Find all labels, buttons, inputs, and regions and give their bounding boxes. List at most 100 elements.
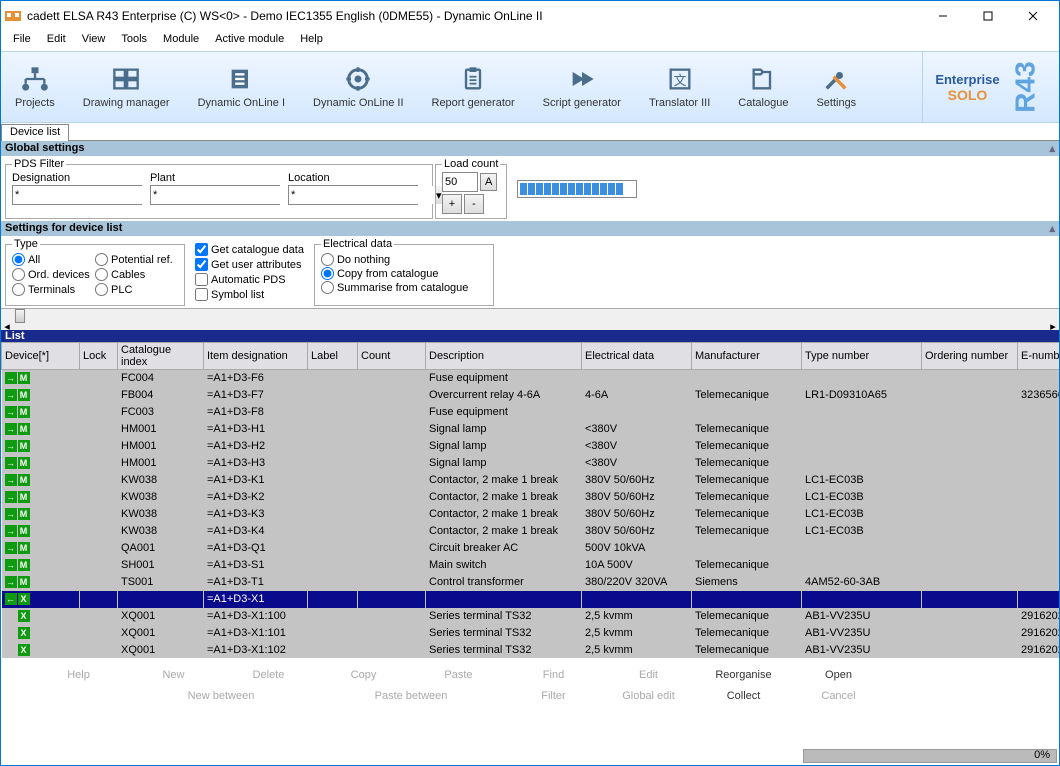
plant-input[interactable] bbox=[151, 186, 297, 204]
toolbar-label: Settings bbox=[816, 97, 856, 109]
grip-icon[interactable]: ▴ bbox=[1049, 142, 1055, 155]
table-row[interactable]: FC003=A1+D3-F8Fuse equipment bbox=[2, 404, 1060, 421]
check-get-user[interactable]: Get user attributes bbox=[195, 258, 304, 271]
table-row[interactable]: XQ001=A1+D3-X1:102Series terminal TS322,… bbox=[2, 642, 1060, 659]
table-row[interactable]: =A1+D3-X1 bbox=[2, 591, 1060, 608]
col-description[interactable]: Description bbox=[426, 343, 582, 370]
plant-label: Plant bbox=[150, 172, 280, 184]
designation-input[interactable] bbox=[13, 186, 159, 204]
table-row[interactable]: KW038=A1+D3-K2Contactor, 2 make 1 break3… bbox=[2, 489, 1060, 506]
scroll-right-icon[interactable]: ▸ bbox=[1047, 322, 1059, 330]
table-row[interactable]: KW038=A1+D3-K3Contactor, 2 make 1 break3… bbox=[2, 506, 1060, 523]
table-row[interactable]: XQ001=A1+D3-X1:100Series terminal TS322,… bbox=[2, 608, 1060, 625]
action-reorganise[interactable]: Reorganise bbox=[696, 665, 791, 684]
col-catalogue-index[interactable]: Catalogue index bbox=[118, 343, 204, 370]
toolbar-cat[interactable]: Catalogue bbox=[724, 52, 802, 122]
grip-icon[interactable]: ▴ bbox=[1049, 222, 1055, 235]
menu-file[interactable]: File bbox=[5, 31, 39, 51]
section-global-settings: Global settings ▴ bbox=[1, 141, 1059, 156]
minimize-button[interactable] bbox=[920, 2, 965, 30]
type-radio-cables[interactable]: Cables bbox=[95, 268, 178, 281]
table-row[interactable]: QA001=A1+D3-Q1Circuit breaker AC500V 10k… bbox=[2, 540, 1060, 557]
maximize-button[interactable] bbox=[965, 2, 1010, 30]
type-radio-ord-devices[interactable]: Ord. devices bbox=[12, 268, 95, 281]
menu-tools[interactable]: Tools bbox=[113, 31, 155, 51]
toolbar-trans[interactable]: 文Translator III bbox=[635, 52, 724, 122]
elec-radio-do-nothing[interactable]: Do nothing bbox=[321, 253, 487, 266]
device-arrow-icon bbox=[5, 525, 17, 537]
toolbar-label: Dynamic OnLine I bbox=[198, 97, 285, 109]
scroll-left-icon[interactable]: ◂ bbox=[1, 322, 13, 330]
slider-thumb[interactable] bbox=[15, 309, 25, 323]
col-label[interactable]: Label bbox=[308, 343, 358, 370]
designation-combo[interactable]: ▾ bbox=[12, 185, 142, 205]
col-e-number[interactable]: E-number bbox=[1018, 343, 1060, 370]
action-new-between: New between bbox=[126, 686, 316, 705]
toolbar-script[interactable]: Script generator bbox=[529, 52, 635, 122]
toolbar-drawing[interactable]: Drawing manager bbox=[69, 52, 184, 122]
close-button[interactable] bbox=[1010, 2, 1055, 30]
col-item-designation[interactable]: Item designation bbox=[204, 343, 308, 370]
ruler-slider[interactable]: ◂ ▸ bbox=[1, 308, 1059, 330]
elec-radio-copy-from-catalogue[interactable]: Copy from catalogue bbox=[321, 267, 487, 280]
table-row[interactable]: HM001=A1+D3-H2Signal lamp<380VTelemecani… bbox=[2, 438, 1060, 455]
device-arrow-icon bbox=[5, 423, 17, 435]
menu-active-module[interactable]: Active module bbox=[207, 31, 292, 51]
check-auto-pds[interactable]: Automatic PDS bbox=[195, 273, 304, 286]
device-arrow-icon bbox=[5, 457, 17, 469]
toolbar-projects[interactable]: Projects bbox=[1, 52, 69, 122]
check-get-cat[interactable]: Get catalogue data bbox=[195, 243, 304, 256]
col-type-number[interactable]: Type number bbox=[802, 343, 922, 370]
col-manufacturer[interactable]: Manufacturer bbox=[692, 343, 802, 370]
device-arrow-icon bbox=[5, 491, 17, 503]
toolbar-dyn1[interactable]: Dynamic OnLine I bbox=[184, 52, 299, 122]
toolbar-settings[interactable]: Settings bbox=[802, 52, 870, 122]
menu-help[interactable]: Help bbox=[292, 31, 331, 51]
device-m-icon bbox=[18, 542, 30, 554]
designation-label: Designation bbox=[12, 172, 142, 184]
menu-edit[interactable]: Edit bbox=[39, 31, 74, 51]
menu-module[interactable]: Module bbox=[155, 31, 207, 51]
col-electrical-data[interactable]: Electrical data bbox=[582, 343, 692, 370]
device-m-icon bbox=[18, 525, 30, 537]
type-radio-potential-ref-[interactable]: Potential ref. bbox=[95, 253, 178, 266]
table-row[interactable]: SH001=A1+D3-S1Main switch10A 500VTelemec… bbox=[2, 557, 1060, 574]
toolbar-dyn2[interactable]: Dynamic OnLine II bbox=[299, 52, 417, 122]
table-row[interactable]: XQ001=A1+D3-X1:101Series terminal TS322,… bbox=[2, 625, 1060, 642]
col-ordering-number[interactable]: Ordering number bbox=[922, 343, 1018, 370]
menu-view[interactable]: View bbox=[74, 31, 114, 51]
toolbar-label: Script generator bbox=[543, 97, 621, 109]
elec-radio-summarise-from-catalogue[interactable]: Summarise from catalogue bbox=[321, 281, 487, 294]
device-m-icon bbox=[18, 508, 30, 520]
action-collect[interactable]: Collect bbox=[696, 686, 791, 705]
table-row[interactable]: FB004=A1+D3-F7Overcurrent relay 4-6A4-6A… bbox=[2, 387, 1060, 404]
table-row[interactable]: TS001=A1+D3-T1Control transformer380/220… bbox=[2, 574, 1060, 591]
load-minus-button[interactable]: - bbox=[464, 194, 484, 214]
table-row[interactable]: KW038=A1+D3-K4Contactor, 2 make 1 break3… bbox=[2, 523, 1060, 540]
table-row[interactable]: HM001=A1+D3-H3Signal lamp<380VTelemecani… bbox=[2, 455, 1060, 472]
action-open[interactable]: Open bbox=[791, 665, 886, 684]
table-row[interactable]: KW038=A1+D3-K1Contactor, 2 make 1 break3… bbox=[2, 472, 1060, 489]
location-combo[interactable]: ▾ bbox=[288, 185, 418, 205]
device-x-icon bbox=[18, 610, 30, 622]
action-filter: Filter bbox=[506, 686, 601, 705]
plant-combo[interactable]: ▾ bbox=[150, 185, 280, 205]
type-radio-terminals[interactable]: Terminals bbox=[12, 283, 95, 296]
table-row[interactable]: FC004=A1+D3-F6Fuse equipment bbox=[2, 370, 1060, 387]
load-plus-button[interactable]: + bbox=[442, 194, 462, 214]
check-sym-list[interactable]: Symbol list bbox=[195, 288, 304, 301]
col-lock[interactable]: Lock bbox=[80, 343, 118, 370]
type-radio-plc[interactable]: PLC bbox=[95, 283, 178, 296]
device-table[interactable]: Device[*]LockCatalogue indexItem designa… bbox=[1, 342, 1059, 658]
device-x-icon bbox=[18, 627, 30, 639]
location-input[interactable] bbox=[289, 186, 435, 204]
table-row[interactable]: HM001=A1+D3-H1Signal lamp<380VTelemecani… bbox=[2, 421, 1060, 438]
toolbar-report[interactable]: Report generator bbox=[418, 52, 529, 122]
col-count[interactable]: Count bbox=[358, 343, 426, 370]
device-arrow-icon bbox=[5, 474, 17, 486]
type-radio-all[interactable]: All bbox=[12, 253, 95, 266]
col-device-[interactable]: Device[*] bbox=[2, 343, 80, 370]
load-count-input[interactable] bbox=[442, 172, 478, 192]
tab-device-list[interactable]: Device list bbox=[1, 124, 69, 141]
elec-legend: Electrical data bbox=[321, 238, 394, 250]
